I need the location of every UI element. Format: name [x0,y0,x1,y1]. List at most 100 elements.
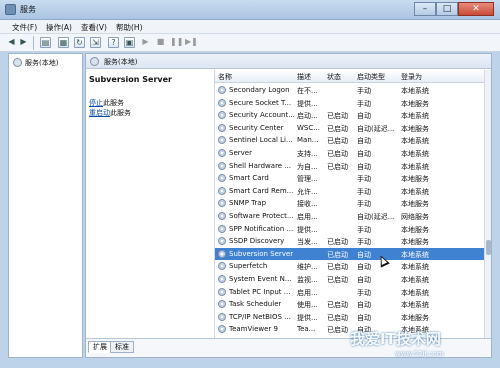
table-row[interactable]: Superfetch 维护... 已启动 自动 本地系统 [215,260,484,273]
cell-name: Server [229,149,252,157]
show-hide-tree-icon[interactable]: ▤ [40,37,51,48]
cell-desc: 监视... [297,276,318,284]
gear-icon [13,58,22,67]
gear-icon [218,186,226,195]
table-row[interactable]: Secondary Logon 在不... 手动 本地系统 [215,84,484,97]
restart-service-link[interactable]: 重启动 [89,109,110,117]
cell-desc: 使用... [297,301,318,310]
menu-file[interactable]: 文件(F) [12,22,37,33]
gear-icon [218,161,226,170]
pane-header: 服务(本地) [86,54,491,69]
table-row[interactable]: Smart Card 管理... 手动 本地服务 [215,172,484,185]
table-row[interactable]: TCP/IP NetBIOS ... 提供... 已启动 自动 本地服务 [215,311,484,324]
table-row[interactable]: Tablet PC Input ... 启用... 手动 本地系统 [215,286,484,299]
column-description[interactable]: 描述 [297,72,311,82]
column-status[interactable]: 状态 [327,72,341,82]
cell-desc: 接收... [297,200,318,209]
cell-status: 已启动 [327,112,348,121]
table-row[interactable]: Security Account... 启动... 已启动 自动 本地系统 [215,109,484,122]
menu-action[interactable]: 操作(A) [46,22,72,33]
tree-item-services-local[interactable]: 服务(本地) [13,58,58,68]
table-row[interactable]: Task Scheduler 使用... 已启动 自动 本地系统 [215,298,484,311]
pause-service-icon[interactable]: ❚❚ [170,37,183,48]
cell-desc: Man... [297,136,319,145]
cell-desc: 启用... [297,288,318,297]
cell-name: Smart Card Rem... [229,186,294,195]
pane-header-label: 服务(本地) [104,58,138,66]
table-row[interactable]: Secure Socket T... 提供... 手动 本地服务 [215,97,484,110]
cell-logon: 本地系统 [401,87,429,95]
forward-arrow-icon[interactable]: ▶ [18,37,29,48]
cell-startup: 自动 [357,263,371,272]
description-pane: Subversion Server 停止此服务 重启动此服务 [86,70,214,338]
cell-desc: 管理... [297,175,318,184]
scrollbar-thumb[interactable] [486,240,491,255]
window-title: 服务 [20,5,36,14]
cell-name: Superfetch [229,262,268,271]
cell-status: 已启动 [327,326,348,335]
column-startup-type[interactable]: 启动类型 [357,72,385,82]
maximize-button[interactable]: □ [436,2,458,16]
refresh-icon[interactable]: ↻ [74,37,85,48]
table-row[interactable]: Shell Hardware ... 为自... 已启动 自动 本地系统 [215,160,484,173]
table-row[interactable]: Security Center WSC... 已启动 自动(延迟... 本地服务 [215,122,484,135]
table-row[interactable]: Subversion Server 已启动 自动 本地系统 [215,247,484,261]
table-row[interactable]: Software Protect... 启用... 自动(延迟... 网络服务 [215,210,484,223]
export-list-icon[interactable]: ⇲ [90,37,101,48]
cell-name: TeamViewer 9 [229,325,278,334]
gear-icon [218,325,226,334]
table-row[interactable]: System Event N... 监视... 已启动 自动 本地系统 [215,273,484,286]
table-row[interactable]: SNMP Trap 接收... 手动 本地服务 [215,197,484,210]
properties-icon[interactable]: ▦ [58,37,69,48]
column-logon-as[interactable]: 登录为 [401,72,422,82]
restart-service-icon[interactable]: ▶❚ [185,37,198,48]
cell-startup: 自动 [357,313,371,322]
vertical-scrollbar[interactable] [484,70,491,338]
cell-name: SPP Notification ... [229,224,294,233]
tab-standard[interactable]: 标准 [110,341,134,353]
cell-name: Smart Card [229,174,269,183]
console-icon[interactable]: ▣ [124,37,135,48]
gear-icon [218,86,226,94]
column-name[interactable]: 名称 [218,72,232,82]
cell-startup: 手动 [357,175,371,184]
table-row[interactable]: Sentinel Local Li... Man... 已启动 自动 本地系统 [215,134,484,147]
cell-startup: 自动 [357,162,371,171]
gear-icon [218,123,226,132]
table-row[interactable]: Server 支持... 已启动 自动 本地系统 [215,147,484,160]
cell-status: 已启动 [327,238,348,247]
start-service-icon[interactable]: ▶ [140,37,151,48]
selected-service-name: Subversion Server [89,75,172,84]
title-bar: 服务 – □ ✕ [0,0,500,20]
gear-icon [218,149,226,157]
cell-startup: 自动 [357,112,371,121]
cell-logon: 本地系统 [401,263,429,272]
cell-name: Tablet PC Input ... [229,287,291,296]
stop-service-link[interactable]: 停止 [89,99,103,107]
table-row[interactable]: Smart Card Rem... 允许... 手动 本地系统 [215,185,484,198]
tab-extended[interactable]: 扩展 [88,341,112,353]
gear-icon [90,57,99,66]
help-icon[interactable]: ? [108,37,119,48]
cell-name: Secondary Logon [229,86,290,94]
cell-name: SSDP Discovery [229,237,285,246]
cell-startup: 手动 [357,200,371,209]
cell-logon: 本地系统 [401,112,429,121]
cell-desc: 为自... [297,162,318,171]
menu-view[interactable]: 查看(V) [81,22,107,33]
cell-desc: 提供... [297,99,318,108]
gear-icon [218,312,226,321]
stop-service-icon[interactable]: ■ [155,37,166,48]
close-button[interactable]: ✕ [458,2,494,16]
menu-help[interactable]: 帮助(H) [116,22,143,33]
minimize-button[interactable]: – [414,2,436,16]
cell-desc: 允许... [297,187,318,196]
cell-status: 已启动 [327,263,348,272]
cell-logon: 本地服务 [401,313,429,322]
cell-logon: 本地服务 [401,124,429,133]
table-row[interactable]: SSDP Discovery 当发... 已启动 手动 本地服务 [215,235,484,248]
cell-name: Sentinel Local Li... [229,136,293,145]
back-arrow-icon[interactable]: ◀ [6,37,17,48]
gear-icon [218,287,226,296]
table-row[interactable]: SPP Notification ... 提供... 手动 本地服务 [215,223,484,236]
